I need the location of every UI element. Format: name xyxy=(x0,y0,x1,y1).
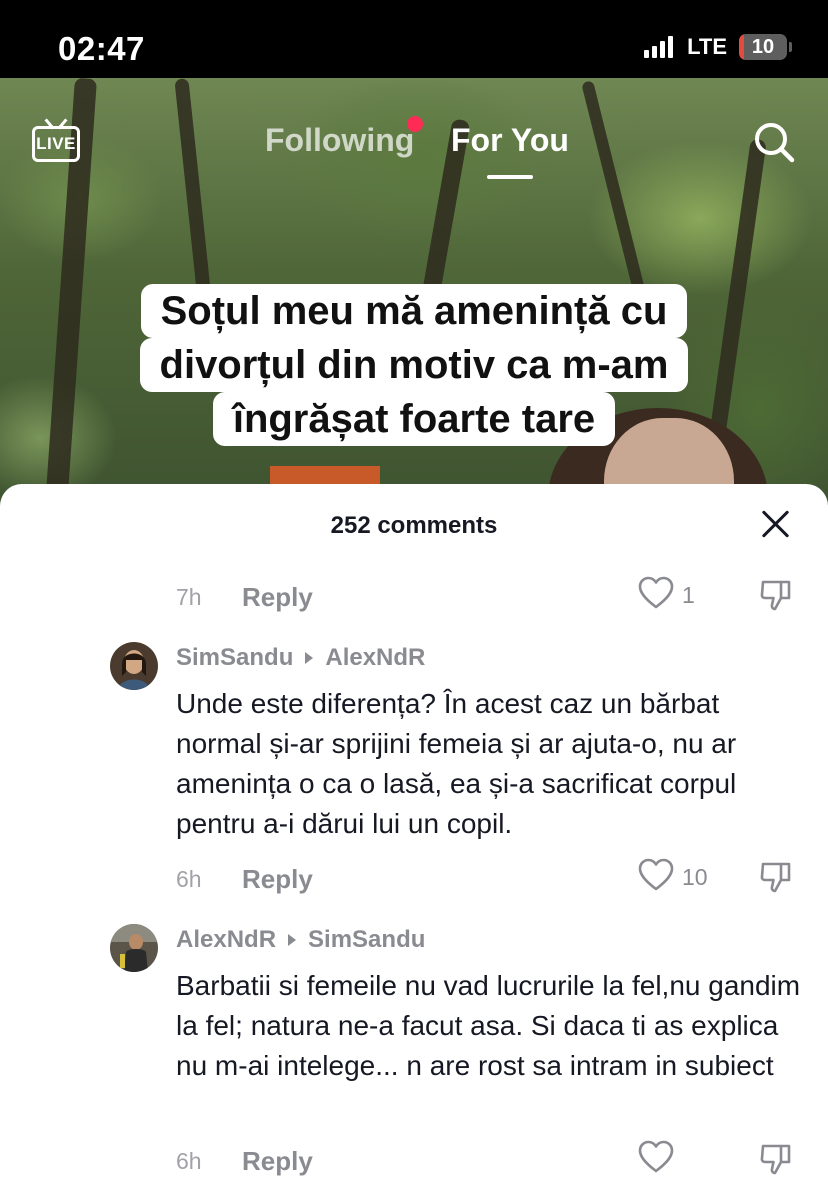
live-label: LIVE xyxy=(36,134,76,153)
status-bar: 02:47 LTE 10 xyxy=(0,0,828,78)
comment-author-row: SimSandu AlexNdR xyxy=(176,644,425,672)
comment-author-row: AlexNdR SimSandu xyxy=(176,926,425,954)
like-count: 1 xyxy=(682,582,695,608)
reply-button[interactable]: Reply xyxy=(242,582,313,613)
heart-icon[interactable] xyxy=(638,576,674,610)
comment-time: 6h xyxy=(176,1148,202,1174)
signal-icon xyxy=(644,36,674,58)
comment-reply-to[interactable]: SimSandu xyxy=(308,926,425,954)
comment-item: AlexNdR SimSandu Barbatii si femeile nu … xyxy=(110,924,810,1174)
battery-icon: 10 xyxy=(739,34,787,60)
reply-to-arrow-icon xyxy=(305,652,314,664)
comments-sheet: 252 comments 7h Reply 1 SimSandu AlexNdR xyxy=(0,484,828,1190)
comment-author[interactable]: SimSandu xyxy=(176,644,293,672)
battery-level: 10 xyxy=(751,36,775,58)
comment-author[interactable]: AlexNdR xyxy=(176,926,276,954)
active-tab-indicator xyxy=(487,175,533,179)
avatar[interactable] xyxy=(110,924,158,972)
caption-line: îngrășat foarte tare xyxy=(212,392,616,446)
comment-time: 6h xyxy=(176,866,202,892)
caption-line: divorțul din motiv ca m-am xyxy=(139,338,689,392)
heart-icon[interactable] xyxy=(638,858,674,892)
comment-text: Unde este diferența? În acest caz un băr… xyxy=(176,688,737,839)
reply-button[interactable]: Reply xyxy=(242,1146,313,1177)
avatar[interactable] xyxy=(110,642,158,690)
video-caption: Soțul meu mă amenință cu divorțul din mo… xyxy=(0,284,828,446)
comment-actions: 6h Reply 10 xyxy=(176,858,816,898)
comment-actions: 7h Reply 1 xyxy=(176,576,816,616)
reply-button[interactable]: Reply xyxy=(242,864,313,895)
comment-time: 7h xyxy=(176,584,202,610)
comment-text: Barbatii si femeile nu vad lucrurile la … xyxy=(176,970,801,1081)
dislike-icon[interactable] xyxy=(758,1140,794,1176)
heart-icon[interactable] xyxy=(638,1140,674,1174)
close-icon[interactable] xyxy=(760,508,792,540)
battery-cap xyxy=(789,42,792,52)
network-type: LTE xyxy=(687,34,727,59)
comment-reply-to[interactable]: AlexNdR xyxy=(325,644,425,672)
reply-to-arrow-icon xyxy=(288,934,297,946)
dislike-icon[interactable] xyxy=(758,858,794,894)
comment-actions: 6h Reply xyxy=(176,1140,816,1180)
top-nav: LIVE Following For You xyxy=(0,78,828,188)
like-count: 10 xyxy=(682,864,708,890)
tab-for-you[interactable]: For You xyxy=(451,122,569,159)
search-icon[interactable] xyxy=(752,120,796,164)
comment-item: SimSandu AlexNdR Unde este diferența? În… xyxy=(110,642,810,892)
status-indicators: LTE 10 xyxy=(644,34,792,60)
tab-following[interactable]: Following xyxy=(265,122,414,159)
status-time: 02:47 xyxy=(58,30,145,67)
dislike-icon[interactable] xyxy=(758,576,794,612)
live-icon[interactable]: LIVE xyxy=(32,118,80,162)
notification-dot xyxy=(407,116,423,132)
comments-count-title: 252 comments xyxy=(330,512,498,539)
caption-line: Soțul meu mă amenință cu xyxy=(140,284,688,338)
